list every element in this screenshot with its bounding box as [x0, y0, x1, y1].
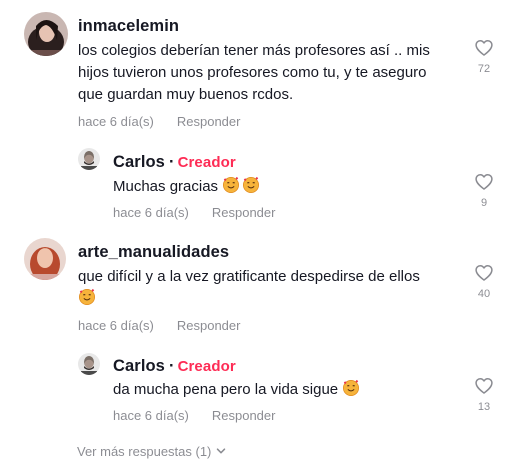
reply-button[interactable]: Responder [177, 318, 241, 333]
reply-username[interactable]: Carlos [113, 153, 165, 171]
comment-text: que difícil y a la vez gratificante desp… [78, 266, 458, 310]
reply-text: da mucha pena pero la vida sigue [113, 379, 443, 401]
reply-timestamp: hace 6 día(s) [113, 205, 189, 220]
smiling-face-with-hearts-icon [223, 176, 240, 194]
comment-text: los colegios deberían tener más profesor… [78, 40, 458, 106]
comment-timestamp: hace 6 día(s) [78, 318, 154, 333]
comment-timestamp: hace 6 día(s) [78, 114, 154, 129]
reply-button[interactable]: Responder [212, 205, 276, 220]
creator-badge: Creador [177, 358, 236, 375]
separator-dot: · [168, 153, 175, 171]
comment-inmacelemin: inmacelemin los colegios deberían tener … [0, 0, 519, 140]
like-count: 13 [477, 401, 491, 413]
reply-username[interactable]: Carlos [113, 357, 165, 375]
avatar[interactable] [24, 12, 68, 56]
reply-username-row: Carlos · Creador [113, 153, 236, 172]
avatar[interactable] [78, 148, 100, 170]
heart-icon [475, 40, 493, 56]
comment-username[interactable]: arte_manualidades [78, 243, 229, 262]
comment-text-line: que guardan muy buenos rcdos. [78, 86, 294, 103]
reply-username-row: Carlos · Creador [113, 357, 236, 376]
reply-carlos: Carlos · Creador da mucha pena pero la vid… [0, 345, 519, 435]
heart-icon [475, 378, 493, 394]
avatar[interactable] [24, 238, 66, 280]
like-count: 72 [477, 63, 491, 75]
like-button[interactable]: 40 [472, 263, 496, 300]
reply-carlos: Carlos · Creador Muchas gracias hace 6 día… [0, 140, 519, 230]
reply-meta: hace 6 día(s) Responder [113, 205, 275, 220]
comment-username[interactable]: inmacelemin [78, 17, 179, 36]
reply-button[interactable]: Responder [177, 114, 241, 129]
avatar[interactable] [78, 353, 100, 375]
like-button[interactable]: 13 [472, 376, 496, 413]
comment-text-line: que difícil y a la vez gratificante desp… [78, 268, 420, 285]
heart-icon [475, 265, 493, 281]
like-button[interactable]: 72 [472, 38, 496, 75]
comment-meta: hace 6 día(s) Responder [78, 114, 240, 129]
smiling-face-with-hearts-icon [243, 176, 260, 194]
reply-text-content: Muchas gracias [113, 178, 219, 195]
creator-badge: Creador [177, 154, 236, 171]
comment-text-line: los colegios deberían tener más profesor… [78, 42, 430, 59]
heart-icon [475, 174, 493, 190]
like-count: 40 [477, 288, 491, 300]
like-button[interactable]: 9 [472, 172, 496, 209]
comment-arte-manualidades: arte_manualidades que difícil y a la vez… [0, 230, 519, 345]
reply-timestamp: hace 6 día(s) [113, 408, 189, 423]
comment-text-line: hijos tuvieron unos profesores como tu, … [78, 64, 427, 81]
smiling-face-with-hearts-icon [78, 288, 96, 306]
like-count: 9 [480, 197, 488, 209]
view-more-replies-button[interactable]: Ver más respuestas (1) [77, 444, 226, 459]
reply-button[interactable]: Responder [212, 408, 276, 423]
reply-text-content: da mucha pena pero la vida sigue [113, 381, 339, 398]
reply-meta: hace 6 día(s) Responder [113, 408, 275, 423]
reply-text: Muchas gracias [113, 176, 443, 198]
chevron-down-icon [217, 448, 226, 454]
comment-meta: hace 6 día(s) Responder [78, 318, 240, 333]
separator-dot: · [168, 357, 175, 375]
view-more-label: Ver más respuestas (1) [77, 444, 212, 459]
smiling-face-with-hearts-icon [343, 379, 360, 397]
